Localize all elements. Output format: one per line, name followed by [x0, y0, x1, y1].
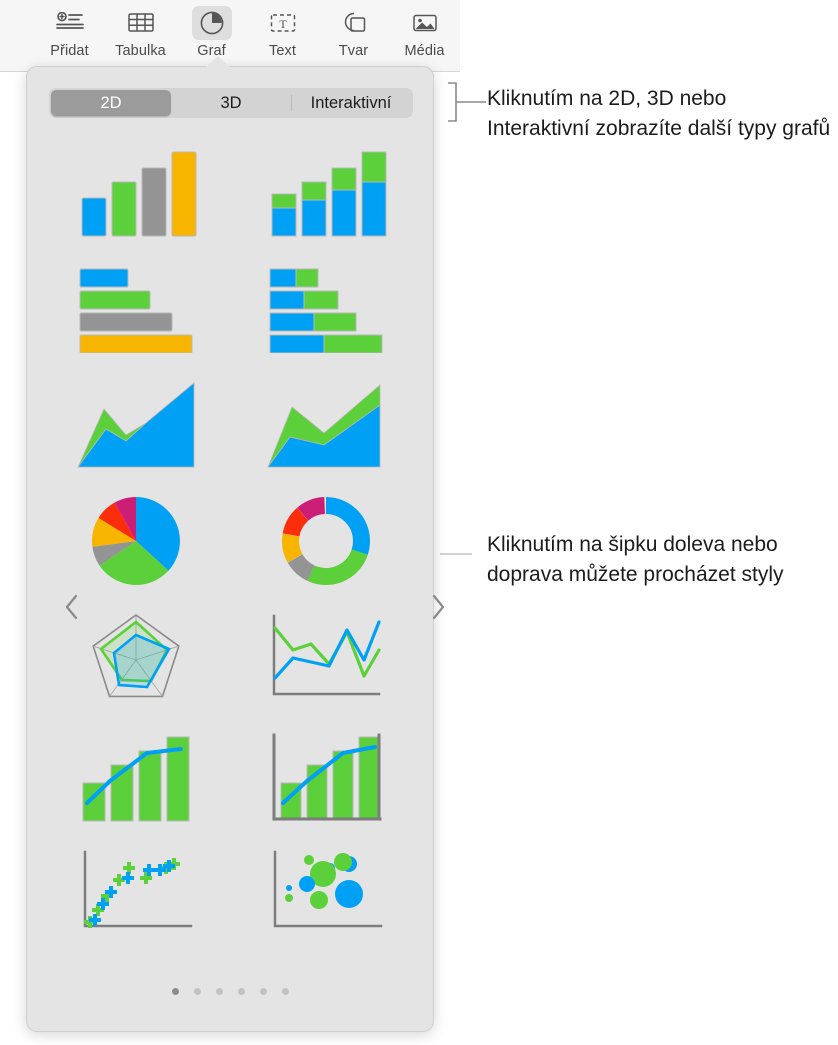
chart-thumb-stacked-area-chart[interactable]: [231, 365, 421, 482]
chart-thumb-bubble-chart[interactable]: [231, 833, 421, 950]
toolbar-label-add: Přidat: [50, 43, 89, 59]
chart-thumb-area-chart[interactable]: [41, 365, 231, 482]
tab-interactive[interactable]: Interaktivní: [291, 90, 411, 116]
table-icon[interactable]: [121, 6, 161, 40]
chart-thumb-two-axis-chart[interactable]: [231, 716, 421, 833]
shape-icon[interactable]: [334, 6, 374, 40]
next-styles-arrow[interactable]: [425, 587, 451, 627]
chart-thumb-line-chart[interactable]: [231, 599, 421, 716]
tab-2d[interactable]: 2D: [51, 90, 171, 116]
callout-browse-styles-text: Kliknutím na šipku doleva nebo doprava m…: [487, 533, 784, 586]
media-icon[interactable]: [405, 6, 445, 40]
chart-thumbnail-grid: [41, 131, 421, 950]
add-item-icon[interactable]: [50, 6, 90, 40]
screenshot-root: Přidat Tabulka Graf T Text Tvar Média 2D…: [0, 0, 838, 1045]
page-dot-4[interactable]: [237, 988, 245, 995]
callout-browse-styles: Kliknutím na šipku doleva nebo doprava m…: [487, 530, 832, 590]
page-dot-1[interactable]: [171, 988, 179, 995]
toolbar-label-chart: Graf: [197, 43, 226, 59]
toolbar-item-shape[interactable]: Tvar: [318, 0, 389, 59]
chart-type-popover: 2D 3D Interaktivní: [26, 56, 445, 1032]
toolbar-item-chart[interactable]: Graf: [176, 0, 247, 59]
callout-bracket-top: [448, 82, 486, 122]
toolbar-label-media: Média: [404, 43, 445, 59]
chart-thumb-scatter-chart[interactable]: [41, 833, 231, 950]
chart-thumb-column-chart[interactable]: [41, 131, 231, 248]
app-toolbar: Přidat Tabulka Graf T Text Tvar Média: [0, 0, 460, 72]
toolbar-item-text[interactable]: T Text: [247, 0, 318, 59]
chart-dimension-segmented-control[interactable]: 2D 3D Interaktivní: [49, 88, 413, 118]
page-indicator-dots[interactable]: [27, 988, 433, 995]
svg-text:T: T: [279, 17, 287, 31]
toolbar-item-media[interactable]: Média: [389, 0, 460, 59]
page-dot-3[interactable]: [215, 988, 223, 995]
toolbar-item-table[interactable]: Tabulka: [105, 0, 176, 59]
callout-leader-line-bottom: [440, 553, 472, 555]
page-dot-2[interactable]: [193, 988, 201, 995]
callout-chart-type-tabs-text: Kliknutím na 2D, 3D nebo Interaktivní zo…: [487, 87, 831, 140]
chart-thumb-pie-chart[interactable]: [41, 482, 231, 599]
chart-pie-icon[interactable]: [191, 6, 232, 40]
toolbar-item-add[interactable]: Přidat: [34, 0, 105, 59]
toolbar-label-shape: Tvar: [338, 43, 369, 59]
tab-3d[interactable]: 3D: [171, 90, 291, 116]
toolbar-label-text: Text: [269, 43, 296, 59]
previous-styles-arrow[interactable]: [59, 587, 85, 627]
chart-thumb-bar-chart[interactable]: [41, 248, 231, 365]
text-box-icon[interactable]: T: [263, 6, 303, 40]
chart-thumb-column-line-chart[interactable]: [41, 716, 231, 833]
chart-thumb-stacked-column-chart[interactable]: [231, 131, 421, 248]
toolbar-label-table: Tabulka: [115, 43, 166, 59]
page-dot-5[interactable]: [259, 988, 267, 995]
callout-chart-type-tabs: Kliknutím na 2D, 3D nebo Interaktivní zo…: [487, 84, 832, 144]
page-dot-6[interactable]: [281, 988, 289, 995]
chart-thumb-stacked-bar-chart[interactable]: [231, 248, 421, 365]
chart-thumb-donut-chart[interactable]: [231, 482, 421, 599]
